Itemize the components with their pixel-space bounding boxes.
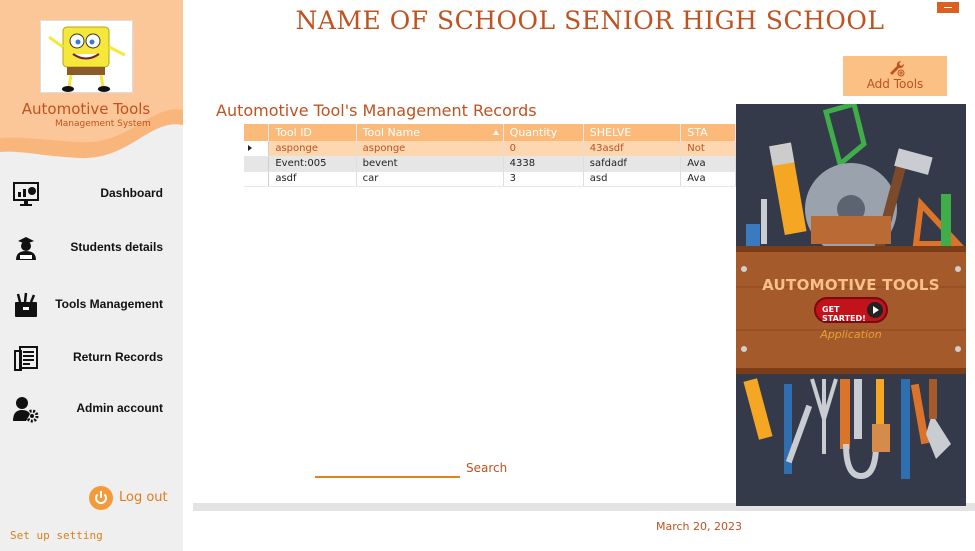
date-label: March 20, 2023: [656, 520, 743, 533]
toolbox-icon: [15, 292, 37, 317]
table-cell[interactable]: 4338: [503, 156, 584, 172]
table-row[interactable]: Event:005 bevent 4338 safdadf Ava: [244, 156, 736, 172]
table-cell[interactable]: asdf: [268, 171, 357, 187]
row-selector[interactable]: [244, 141, 270, 157]
column-header-label: Tool Name: [362, 126, 420, 139]
table-row[interactable]: asponge asponge 0 43asdf Not: [244, 141, 736, 157]
sidebar-item-tools-management[interactable]: Tools Management: [0, 287, 183, 323]
current-row-arrow-icon: [248, 145, 252, 152]
dashboard-monitor-icon: [13, 182, 39, 206]
minimize-button[interactable]: [937, 2, 959, 13]
promo-poster: AUTOMOTIVE TOOLS GET STARTED! Applicatio…: [736, 104, 966, 506]
table-cell[interactable]: car: [356, 171, 504, 187]
records-title: Automotive Tool's Management Records: [216, 101, 537, 120]
setup-setting-link[interactable]: Set up setting: [10, 529, 103, 542]
row-header-corner: [244, 124, 270, 141]
sidebar-item-admin-account[interactable]: Admin account: [0, 391, 183, 427]
sidebar-item-label: Tools Management: [55, 297, 163, 311]
admin-gear-icon: [13, 397, 39, 423]
sidebar-item-label: Return Records: [72, 350, 163, 364]
logout-label: Log out: [119, 490, 168, 505]
column-header-tool-id[interactable]: Tool ID: [268, 124, 357, 141]
add-tools-button[interactable]: Add Tools: [843, 56, 947, 96]
app-window: Automotive Tools Management System Dashb…: [0, 0, 975, 551]
table-cell[interactable]: Not: [680, 141, 736, 157]
table-cell[interactable]: Event:005: [268, 156, 357, 172]
sidebar-item-dashboard[interactable]: Dashboard: [0, 176, 183, 212]
records-icon: [14, 346, 38, 371]
table-cell[interactable]: Ava: [680, 171, 736, 187]
app-subtitle: Management System: [55, 119, 151, 129]
table-cell[interactable]: asponge: [268, 141, 357, 157]
wrench-add-icon: [890, 60, 905, 77]
column-header-shelve[interactable]: SHELVE: [583, 124, 682, 141]
table-cell[interactable]: 0: [503, 141, 584, 157]
sidebar-item-label: Dashboard: [100, 186, 163, 200]
table-cell[interactable]: bevent: [356, 156, 504, 172]
student-icon: [16, 237, 36, 260]
table-row[interactable]: asdf car 3 asd Ava: [244, 171, 736, 187]
sort-ascending-icon: [492, 130, 499, 135]
column-header-status[interactable]: STA: [680, 124, 736, 141]
logout-button[interactable]: Log out: [89, 486, 179, 510]
poster-title: AUTOMOTIVE TOOLS: [762, 276, 940, 294]
table-cell[interactable]: 43asdf: [583, 141, 682, 157]
search-input[interactable]: [315, 476, 460, 478]
table-cell[interactable]: safdadf: [583, 156, 682, 172]
records-grid[interactable]: Tool ID Tool Name Quantity SHELVE STA as…: [244, 124, 736, 188]
power-icon: [89, 486, 113, 510]
get-started-button[interactable]: GET STARTED!: [814, 297, 888, 323]
sidebar-item-students-details[interactable]: Students details: [0, 230, 183, 266]
add-tools-label: Add Tools: [866, 77, 924, 91]
sidebar-item-label: Admin account: [76, 401, 163, 415]
table-cell[interactable]: asd: [583, 171, 682, 187]
play-arrow-icon: [867, 302, 883, 318]
sidebar: Automotive Tools Management System Dashb…: [0, 0, 183, 551]
poster-subtitle: Application: [820, 328, 882, 341]
app-logo: [40, 20, 133, 93]
row-selector[interactable]: [244, 156, 270, 172]
table-cell[interactable]: 3: [503, 171, 584, 187]
row-selector[interactable]: [244, 171, 270, 187]
table-cell[interactable]: Ava: [680, 156, 736, 172]
sidebar-item-return-records[interactable]: Return Records: [0, 340, 183, 376]
table-cell[interactable]: asponge: [356, 141, 504, 157]
mascot-logo-icon: [48, 26, 126, 92]
table-header-row: Tool ID Tool Name Quantity SHELVE STA: [244, 124, 736, 141]
search-button[interactable]: Search: [466, 461, 507, 475]
app-name: Automotive Tools: [21, 100, 151, 118]
column-header-tool-name[interactable]: Tool Name: [356, 124, 504, 141]
sidebar-item-label: Students details: [70, 240, 163, 254]
sidebar-header: Automotive Tools Management System: [0, 0, 183, 165]
column-header-quantity[interactable]: Quantity: [503, 124, 584, 141]
minimize-icon: [944, 7, 952, 8]
school-title: NAME OF SCHOOL SENIOR HIGH SCHOOL: [295, 6, 885, 35]
